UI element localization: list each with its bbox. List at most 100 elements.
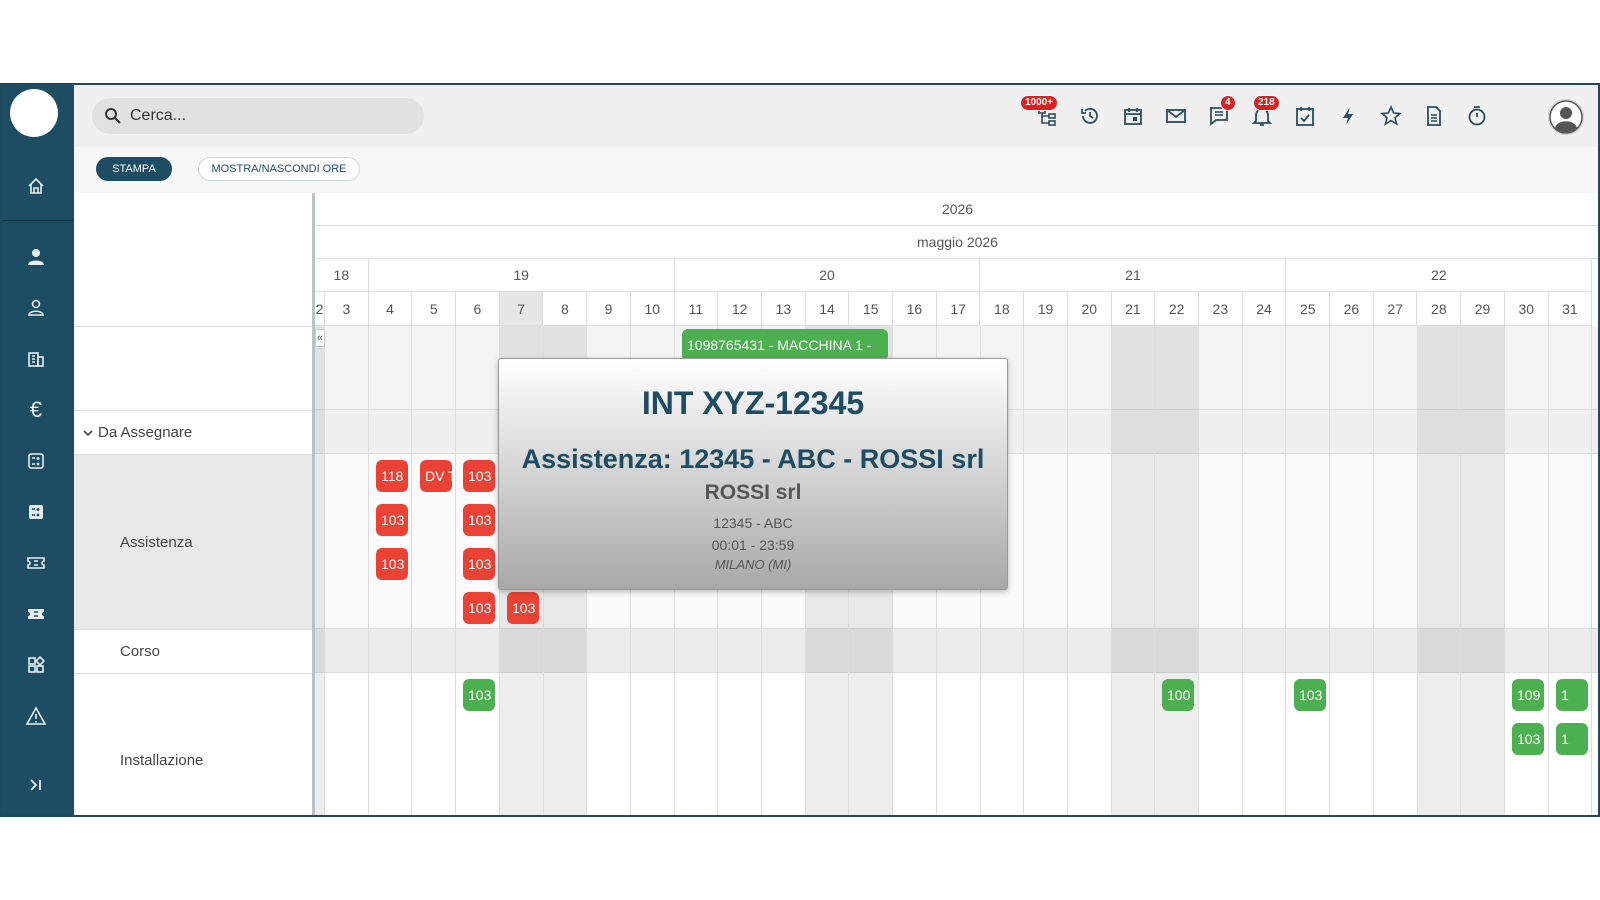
row-installazione: Installazione	[74, 674, 312, 815]
event-chip[interactable]: 103	[463, 548, 495, 580]
ticket-icon[interactable]	[24, 551, 48, 575]
day-header-cell: 30	[1504, 292, 1549, 326]
event-chip[interactable]: 103	[1512, 723, 1544, 755]
search-input[interactable]	[128, 106, 392, 126]
user-icon[interactable]	[24, 245, 48, 269]
ticket-filled-icon[interactable]	[24, 602, 48, 626]
home-icon[interactable]	[24, 174, 48, 198]
building-icon[interactable]	[24, 347, 48, 371]
warning-icon[interactable]	[24, 704, 48, 728]
weekend-column	[1461, 326, 1505, 815]
calculator-icon[interactable]	[24, 449, 48, 473]
day-header-cell: 5	[412, 292, 457, 326]
day-header-cell: 21	[1111, 292, 1156, 326]
tooltip-location: MILANO (MI)	[714, 557, 792, 572]
widgets-icon[interactable]	[24, 653, 48, 677]
day-header-cell: 26	[1330, 292, 1374, 326]
grid-line	[1110, 326, 1112, 815]
messages-icon[interactable]: 4	[1206, 95, 1236, 129]
week-header-cell: 21	[980, 259, 1287, 292]
event-chip[interactable]: 103	[507, 592, 539, 624]
network-tree-icon[interactable]: 1000+	[1020, 95, 1060, 129]
weekend-column	[1111, 326, 1156, 815]
day-header-cell: 7	[499, 292, 544, 326]
search-icon	[104, 107, 122, 125]
event-chip[interactable]: 1	[1556, 723, 1588, 755]
grid-line	[1066, 326, 1068, 815]
chevron-down-icon[interactable]	[82, 427, 94, 439]
notifications-icon[interactable]: 218	[1249, 95, 1280, 129]
event-chip[interactable]: 103	[463, 592, 495, 624]
grid-line	[324, 326, 325, 815]
timer-icon[interactable]	[1464, 103, 1490, 129]
row-assistenza: Assistenza	[74, 455, 312, 630]
user-outline-icon[interactable]	[24, 296, 48, 320]
grid-line	[1503, 326, 1505, 815]
grid-line	[1285, 326, 1287, 815]
calendar-icon[interactable]	[1120, 103, 1146, 129]
tooltip-code: 12345 - ABC	[713, 515, 793, 531]
day-header-cell: 8	[543, 292, 588, 326]
search-box[interactable]	[92, 98, 424, 134]
mail-icon[interactable]	[1163, 103, 1189, 129]
day-header-cell: 3	[325, 292, 369, 326]
event-chip[interactable]: 118	[376, 460, 408, 492]
event-chip[interactable]: 103	[1294, 679, 1326, 711]
day-header-cell: 11	[674, 292, 719, 326]
print-button[interactable]: STAMPA	[96, 157, 172, 181]
day-header-cell: 15	[849, 292, 894, 326]
grid-line	[1591, 326, 1593, 815]
calculator-filled-icon[interactable]	[24, 500, 48, 524]
expand-sidebar-icon[interactable]	[24, 773, 48, 797]
day-header-cell: 2	[315, 292, 325, 326]
event-chip[interactable]: 103	[376, 504, 408, 536]
week-header-cell: 18	[315, 259, 369, 292]
app-window: € 1000+	[0, 83, 1600, 817]
day-header-cell: 25	[1286, 292, 1331, 326]
day-header-cell: 13	[762, 292, 806, 326]
grid-line	[411, 326, 413, 815]
event-chip[interactable]: 103	[463, 460, 495, 492]
logo[interactable]	[10, 89, 58, 137]
document-icon[interactable]	[1421, 103, 1447, 129]
network-badge: 1000+	[1020, 95, 1059, 111]
day-header-cell: 20	[1067, 292, 1112, 326]
tooltip-title: INT XYZ-12345	[641, 385, 865, 421]
day-header-cell: 16	[893, 292, 937, 326]
day-header-cell: 22	[1155, 292, 1199, 326]
tooltip-time: 00:01 - 23:59	[711, 537, 795, 553]
avatar[interactable]	[1548, 99, 1584, 135]
day-header-cell: 24	[1242, 292, 1287, 326]
group-row-da-assegnare[interactable]: Da Assegnare	[74, 411, 312, 455]
day-header-cell: 19	[1024, 292, 1068, 326]
sidebar: €	[2, 85, 74, 815]
event-chip[interactable]: 109	[1512, 679, 1544, 711]
event-chip[interactable]: 100	[1162, 679, 1194, 711]
toggle-hours-button[interactable]: MOSTRA/NASCONDI ORE	[198, 157, 360, 181]
day-header-cell: 10	[630, 292, 675, 326]
star-icon[interactable]	[1378, 103, 1404, 129]
day-header-cell: 23	[1199, 292, 1243, 326]
messages-badge: 4	[1220, 95, 1236, 111]
toolbar: STAMPA MOSTRA/NASCONDI ORE	[74, 147, 1598, 194]
event-chip[interactable]: 103	[463, 504, 495, 536]
grid-line	[1460, 326, 1462, 815]
task-check-icon[interactable]	[1292, 103, 1318, 129]
day-header-cell: 9	[587, 292, 631, 326]
collapse-toggle[interactable]: «	[315, 329, 325, 347]
tooltip-subtitle: Assistenza: 12345 - ABC - ROSSI srl	[521, 444, 985, 474]
weekend-column	[1155, 326, 1199, 815]
grid-line	[1329, 326, 1331, 815]
history-icon[interactable]	[1077, 103, 1103, 129]
event-chip[interactable]: DV T	[420, 460, 452, 492]
event-bar-macchina[interactable]: 1098765431 - MACCHINA 1 -	[682, 329, 888, 361]
event-tooltip: INT XYZ-12345 Assistenza: 12345 - ABC - …	[498, 358, 1008, 590]
event-chip[interactable]: 103	[463, 679, 495, 711]
row-label-installazione: Installazione	[120, 752, 204, 769]
tooltip-company: ROSSI srl	[704, 481, 802, 504]
euro-icon[interactable]: €	[24, 397, 48, 422]
event-chip[interactable]: 103	[376, 548, 408, 580]
flash-icon[interactable]	[1335, 103, 1361, 129]
sidebar-divider	[2, 220, 74, 221]
event-chip[interactable]: 1	[1556, 679, 1588, 711]
